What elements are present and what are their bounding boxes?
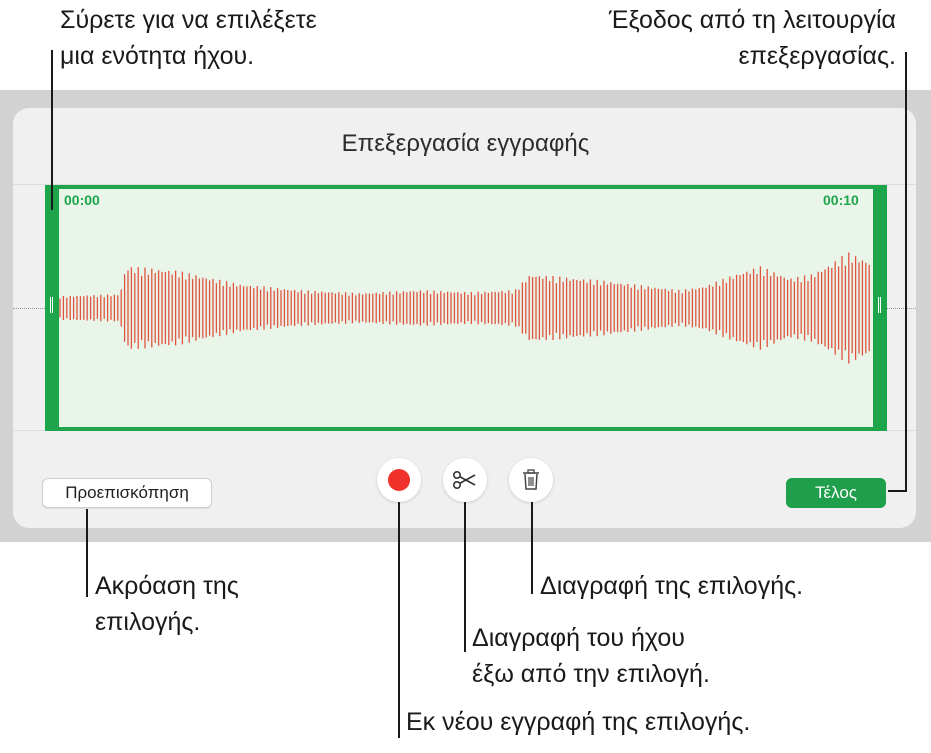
callout-line	[398, 502, 400, 738]
callout-line	[51, 50, 53, 210]
trim-button[interactable]	[443, 458, 487, 502]
callout-line	[888, 490, 907, 492]
time-start: 00:00	[64, 192, 100, 208]
callout-drag-select: Σύρετε για να επιλέξετε μια ενότητα ήχου…	[60, 6, 317, 70]
callout-exit-edit: Έξοδος από τη λειτουργία επεξεργασίας.	[608, 6, 896, 70]
trash-icon	[523, 469, 539, 490]
callout-line	[531, 502, 533, 594]
callout-line	[86, 509, 88, 597]
grip-icon	[878, 297, 881, 313]
callout-delete-selection: Διαγραφή της επιλογής.	[540, 572, 804, 600]
callout-rerecord: Εκ νέου εγγραφή της επιλογής.	[406, 708, 751, 736]
record-button[interactable]	[377, 458, 421, 502]
record-icon	[388, 469, 410, 491]
preview-button[interactable]: Προεπισκόπηση	[42, 478, 212, 508]
done-button[interactable]: Τέλος	[786, 478, 886, 508]
time-end: 00:10	[823, 192, 859, 208]
grip-icon	[50, 297, 53, 313]
delete-button[interactable]	[509, 458, 553, 502]
selection-start-handle[interactable]	[45, 185, 59, 431]
scissors-icon	[452, 470, 476, 490]
callout-line	[905, 52, 907, 492]
callout-listen: Ακρόαση της επιλογής.	[95, 572, 239, 636]
callout-line	[464, 502, 466, 652]
selection-end-handle[interactable]	[873, 185, 887, 431]
callout-trim-outside: Διαγραφή του ήχου έξω από την επιλογή.	[472, 624, 710, 688]
